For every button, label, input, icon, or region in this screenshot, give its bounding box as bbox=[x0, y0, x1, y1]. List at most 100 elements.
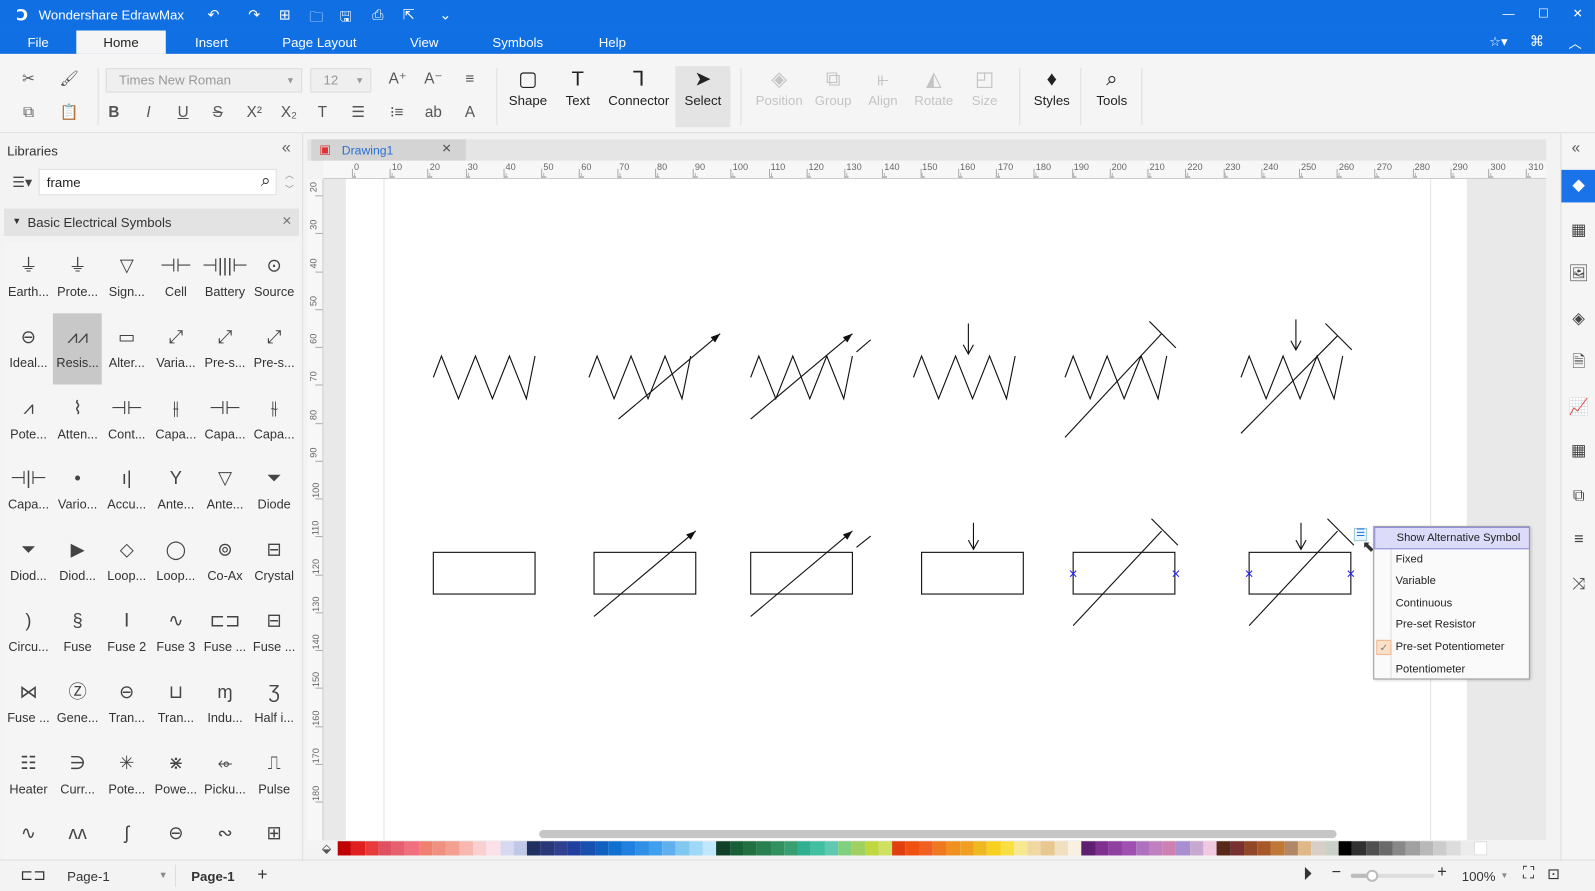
fill-icon[interactable]: ◆ bbox=[1561, 169, 1595, 203]
color-swatch[interactable] bbox=[1203, 841, 1217, 856]
color-swatch[interactable] bbox=[418, 841, 433, 856]
menu-item-fixed[interactable]: Fixed bbox=[1374, 549, 1530, 571]
color-swatch[interactable] bbox=[1460, 841, 1474, 856]
menu-item-pre-set-resistor[interactable]: Pre-set Resistor bbox=[1374, 615, 1530, 637]
color-swatch[interactable] bbox=[635, 841, 649, 856]
color-swatch[interactable] bbox=[1257, 841, 1271, 856]
fit-width-icon[interactable]: ⊡ bbox=[1547, 865, 1560, 883]
outline-icon[interactable]: ≡ bbox=[1561, 524, 1595, 557]
color-swatch[interactable] bbox=[1054, 841, 1069, 856]
color-swatch[interactable] bbox=[1122, 841, 1136, 856]
color-swatch[interactable] bbox=[1135, 841, 1150, 856]
color-swatch[interactable] bbox=[1473, 841, 1488, 856]
menu-item-potentiometer[interactable]: Potentiometer bbox=[1374, 659, 1530, 681]
color-swatch[interactable] bbox=[973, 841, 987, 856]
grid-icon[interactable]: ▦ bbox=[1561, 214, 1595, 247]
color-swatch[interactable] bbox=[878, 841, 893, 856]
page-icon[interactable]: 🗎 bbox=[1561, 347, 1595, 380]
color-swatch[interactable] bbox=[594, 841, 609, 856]
color-swatch[interactable] bbox=[811, 841, 825, 856]
page-dropdown-icon[interactable]: ▼ bbox=[159, 870, 168, 880]
color-swatch[interactable] bbox=[1446, 841, 1461, 856]
color-swatch[interactable] bbox=[662, 841, 676, 856]
color-swatch[interactable] bbox=[1419, 841, 1434, 856]
color-swatch[interactable] bbox=[513, 841, 528, 856]
color-swatch[interactable] bbox=[1298, 841, 1312, 856]
color-swatch[interactable] bbox=[865, 841, 879, 856]
color-swatch[interactable] bbox=[608, 841, 622, 856]
color-swatch[interactable] bbox=[702, 841, 717, 856]
image-icon[interactable]: 🖼 bbox=[1561, 258, 1595, 291]
color-swatch[interactable] bbox=[1068, 841, 1082, 856]
fill-bucket-icon[interactable]: ⬙ bbox=[315, 841, 337, 855]
color-swatch[interactable] bbox=[472, 841, 487, 856]
color-swatch[interactable] bbox=[946, 841, 960, 856]
color-swatch[interactable] bbox=[1081, 841, 1096, 856]
color-swatch[interactable] bbox=[1189, 841, 1204, 856]
zoom-out-icon[interactable]: − bbox=[1332, 864, 1342, 882]
color-swatch[interactable] bbox=[1108, 841, 1123, 856]
color-swatch[interactable] bbox=[824, 841, 839, 856]
color-swatch[interactable] bbox=[1392, 841, 1407, 856]
color-swatch[interactable] bbox=[1270, 841, 1285, 856]
color-swatch[interactable] bbox=[351, 841, 365, 856]
play-icon[interactable]: ⏵ bbox=[1303, 864, 1312, 885]
zoom-slider[interactable] bbox=[1350, 869, 1435, 882]
color-swatch[interactable] bbox=[784, 841, 798, 856]
color-swatch[interactable] bbox=[1149, 841, 1163, 856]
color-swatch[interactable] bbox=[554, 841, 568, 856]
color-swatch[interactable] bbox=[1406, 841, 1420, 856]
color-swatch[interactable] bbox=[919, 841, 933, 856]
color-swatch[interactable] bbox=[378, 841, 392, 856]
color-swatch[interactable] bbox=[729, 841, 744, 856]
data-icon[interactable]: ⧉ bbox=[1561, 480, 1595, 513]
shuffle-icon[interactable]: ⤨ bbox=[1561, 568, 1595, 601]
color-swatch[interactable] bbox=[838, 841, 852, 856]
color-swatch[interactable] bbox=[1325, 841, 1339, 856]
color-swatch[interactable] bbox=[1433, 841, 1447, 856]
color-swatch[interactable] bbox=[1365, 841, 1380, 856]
menu-item-continuous[interactable]: Continuous bbox=[1374, 593, 1530, 615]
color-swatch[interactable] bbox=[797, 841, 812, 856]
color-swatch[interactable] bbox=[892, 841, 906, 856]
color-swatch[interactable] bbox=[675, 841, 690, 856]
color-swatch[interactable] bbox=[1013, 841, 1028, 856]
color-swatch[interactable] bbox=[621, 841, 636, 856]
fullscreen-icon[interactable]: ⛶ bbox=[1523, 865, 1534, 883]
color-swatch[interactable] bbox=[432, 841, 446, 856]
color-swatch[interactable] bbox=[405, 841, 419, 856]
color-swatch[interactable] bbox=[959, 841, 974, 856]
table-icon[interactable]: ▦ bbox=[1561, 435, 1595, 468]
menu-item-variable[interactable]: Variable bbox=[1374, 571, 1530, 593]
color-swatch[interactable] bbox=[1284, 841, 1299, 856]
page-selector[interactable]: Page-1 bbox=[67, 869, 110, 884]
color-swatch[interactable] bbox=[540, 841, 555, 856]
color-swatch[interactable] bbox=[391, 841, 406, 856]
color-swatch[interactable] bbox=[1176, 841, 1190, 856]
color-swatch[interactable] bbox=[932, 841, 947, 856]
color-swatch[interactable] bbox=[757, 841, 771, 856]
color-swatch[interactable] bbox=[1041, 841, 1055, 856]
color-swatch[interactable] bbox=[364, 841, 379, 856]
layers-icon[interactable]: ◈ bbox=[1561, 303, 1595, 336]
chart-icon[interactable]: 📈 bbox=[1561, 391, 1595, 424]
color-swatch[interactable] bbox=[1230, 841, 1244, 856]
color-swatch[interactable] bbox=[445, 841, 460, 856]
color-swatch[interactable] bbox=[743, 841, 758, 856]
color-swatch[interactable] bbox=[459, 841, 473, 856]
color-swatch[interactable] bbox=[905, 841, 920, 856]
color-swatch[interactable] bbox=[581, 841, 595, 856]
zoom-in-icon[interactable]: + bbox=[1437, 864, 1447, 882]
add-page-icon[interactable]: + bbox=[257, 865, 267, 885]
menu-item-show-alternative-symbol[interactable]: Show Alternative Symbol bbox=[1374, 526, 1530, 549]
color-swatch[interactable] bbox=[716, 841, 730, 856]
color-swatch[interactable] bbox=[1095, 841, 1109, 856]
color-swatch[interactable] bbox=[1311, 841, 1326, 856]
color-swatch[interactable] bbox=[648, 841, 663, 856]
color-swatch[interactable] bbox=[1243, 841, 1258, 856]
menu-item-pre-set-potentiometer[interactable]: ✓ Pre-set Potentiometer bbox=[1374, 637, 1530, 659]
color-swatch[interactable] bbox=[689, 841, 703, 856]
color-swatch[interactable] bbox=[770, 841, 785, 856]
color-swatch[interactable] bbox=[500, 841, 514, 856]
color-swatch[interactable] bbox=[1379, 841, 1393, 856]
